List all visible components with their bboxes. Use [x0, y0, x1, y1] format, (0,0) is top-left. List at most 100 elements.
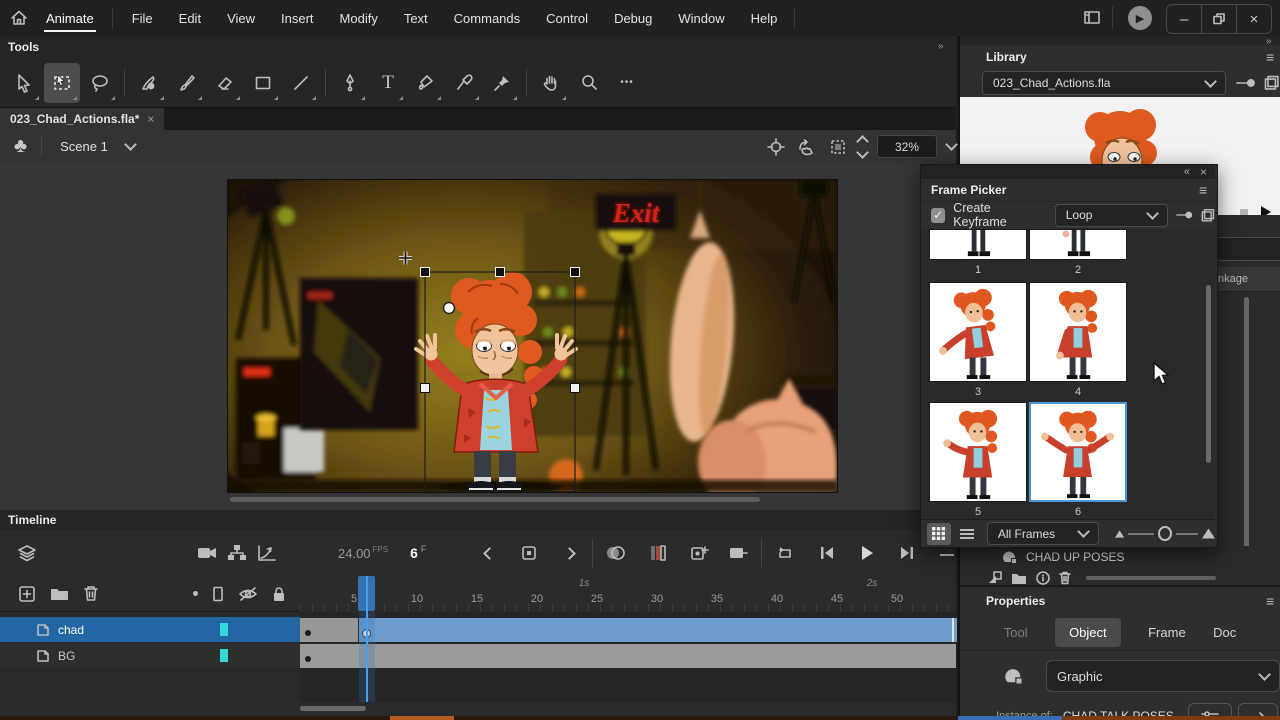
loop-icon[interactable] [770, 538, 800, 568]
eraser-tool[interactable] [207, 63, 243, 103]
properties-tab-doc[interactable]: Doc [1213, 625, 1236, 640]
transform-handle[interactable] [571, 268, 580, 277]
frame-thumbnail-5[interactable] [929, 402, 1027, 502]
library-menu-icon[interactable]: ≡ [1266, 49, 1274, 65]
camera-icon[interactable] [192, 538, 222, 568]
properties-menu-icon[interactable]: ≡ [1266, 593, 1274, 609]
item-properties-icon[interactable] [1036, 571, 1050, 585]
layer-parenting-icon[interactable] [222, 538, 252, 568]
menu-debug[interactable]: Debug [601, 0, 665, 36]
frame-graph-icon[interactable] [252, 538, 282, 568]
onion-skin-outlines-icon[interactable] [643, 538, 673, 568]
bg-layer-span[interactable] [300, 644, 956, 668]
chad-selected-span[interactable] [358, 618, 957, 642]
stage-horizontal-scrollbar[interactable] [230, 497, 760, 502]
create-keyframe-checkbox[interactable]: ✓ [931, 208, 945, 223]
menu-file[interactable]: File [119, 0, 166, 36]
quick-share-play-icon[interactable]: ▶ [1128, 6, 1152, 30]
new-folder-icon[interactable] [1011, 572, 1027, 585]
library-panel-title[interactable]: Library [960, 50, 1027, 64]
more-tools-icon[interactable]: ••• [609, 63, 645, 103]
current-frame-marker-icon[interactable] [514, 538, 544, 568]
lasso-tool[interactable] [82, 63, 118, 103]
current-frame-value[interactable]: 6 [410, 545, 418, 561]
menu-modify[interactable]: Modify [327, 0, 391, 36]
onion-skin-icon[interactable] [601, 538, 631, 568]
new-layer-icon[interactable] [18, 585, 36, 603]
step-back-icon[interactable] [474, 538, 504, 568]
list-view-button[interactable] [955, 523, 979, 545]
layer-row-chad[interactable]: chad [0, 617, 300, 642]
library-scrollbar-track[interactable] [1244, 297, 1249, 585]
library-document-select[interactable]: 023_Chad_Actions.fla [982, 71, 1226, 95]
menu-control[interactable]: Control [533, 0, 601, 36]
frame-filter-select[interactable]: All Frames [987, 522, 1099, 545]
duplicate-panel-icon[interactable] [1201, 208, 1215, 223]
restore-window-button[interactable] [1202, 6, 1236, 32]
insert-frame-icon[interactable] [723, 538, 753, 568]
document-tab[interactable]: 023_Chad_Actions.fla* × [0, 108, 164, 130]
layer-row-bg[interactable]: BG [0, 643, 300, 668]
hide-column-icon[interactable] [238, 586, 258, 602]
menu-view[interactable]: View [214, 0, 268, 36]
subselection-transform-tool[interactable] [44, 63, 80, 103]
rotate-stage-icon[interactable] [796, 137, 818, 157]
frame-picker-scrollbar-track[interactable] [1206, 233, 1211, 515]
properties-tab-frame[interactable]: Frame [1148, 625, 1186, 640]
line-tool[interactable] [283, 63, 319, 103]
scene-chevron-down-icon[interactable] [124, 138, 137, 151]
step-forward-one-frame-icon[interactable] [892, 538, 922, 568]
stage-canvas[interactable]: Exit Exit [228, 180, 837, 492]
layer-outline-color-swatch[interactable] [220, 649, 228, 662]
zoom-chevron-down-icon[interactable] [945, 138, 958, 151]
document-tab-close-icon[interactable]: × [147, 112, 154, 126]
loop-mode-select[interactable]: Loop [1055, 204, 1168, 227]
properties-tab-object[interactable]: Object [1055, 618, 1121, 647]
thumbnail-size-small-icon[interactable] [1115, 530, 1124, 538]
menu-animate[interactable]: Animate [34, 0, 106, 36]
panel-collapse-icon[interactable]: » [938, 41, 944, 52]
delete-item-icon[interactable] [1059, 571, 1071, 585]
delete-layer-icon[interactable] [83, 585, 99, 602]
pen-tool[interactable] [332, 63, 368, 103]
transform-handle[interactable] [496, 268, 505, 277]
library-item-row[interactable]: CHAD UP POSES [960, 546, 1280, 568]
step-forward-icon[interactable] [554, 538, 584, 568]
playhead-line[interactable] [366, 576, 368, 702]
timeline-horizontal-scrollbar[interactable] [300, 706, 366, 711]
workspace-icon[interactable] [1082, 8, 1102, 28]
menu-help[interactable]: Help [738, 0, 791, 36]
outline-column-icon[interactable] [212, 586, 224, 602]
library-scrollbar-thumb[interactable] [1244, 297, 1249, 557]
frame-thumbnail-6-selected[interactable] [1029, 402, 1127, 502]
zoom-level-input[interactable]: 32% [877, 135, 937, 158]
menu-insert[interactable]: Insert [268, 0, 327, 36]
new-library-panel-icon[interactable] [1264, 75, 1280, 91]
classic-brush-tool[interactable] [169, 63, 205, 103]
thumbnail-size-slider-track[interactable] [1176, 533, 1198, 535]
library-horizontal-scrollbar[interactable] [1086, 576, 1216, 580]
text-tool[interactable]: T [370, 63, 406, 103]
asset-warp-pin-tool[interactable] [484, 63, 520, 103]
symbol-type-select[interactable]: Graphic [1046, 660, 1280, 692]
eyedropper-tool[interactable] [446, 63, 482, 103]
layers-icon[interactable] [12, 538, 42, 568]
frame-thumbnail-2[interactable] [1029, 229, 1127, 260]
frame-thumbnail-3[interactable] [929, 282, 1027, 382]
transform-handle[interactable] [571, 384, 580, 393]
keyframe-dot[interactable] [305, 630, 311, 636]
lock-column-icon[interactable] [272, 586, 286, 602]
menu-commands[interactable]: Commands [441, 0, 533, 36]
hand-tool[interactable] [533, 63, 569, 103]
keyframe-dot[interactable] [305, 656, 311, 662]
pin-library-icon[interactable] [1236, 76, 1256, 90]
rectangle-tool[interactable] [245, 63, 281, 103]
minimize-button[interactable]: – [1167, 6, 1201, 32]
zoom-tool[interactable] [571, 63, 607, 103]
center-stage-icon[interactable] [766, 137, 786, 157]
grid-view-button[interactable] [927, 523, 951, 545]
paint-bucket-tool[interactable] [408, 63, 444, 103]
home-icon[interactable] [4, 3, 34, 33]
frame-picker-title[interactable]: Frame Picker [921, 183, 1006, 197]
step-back-one-frame-icon[interactable] [812, 538, 842, 568]
